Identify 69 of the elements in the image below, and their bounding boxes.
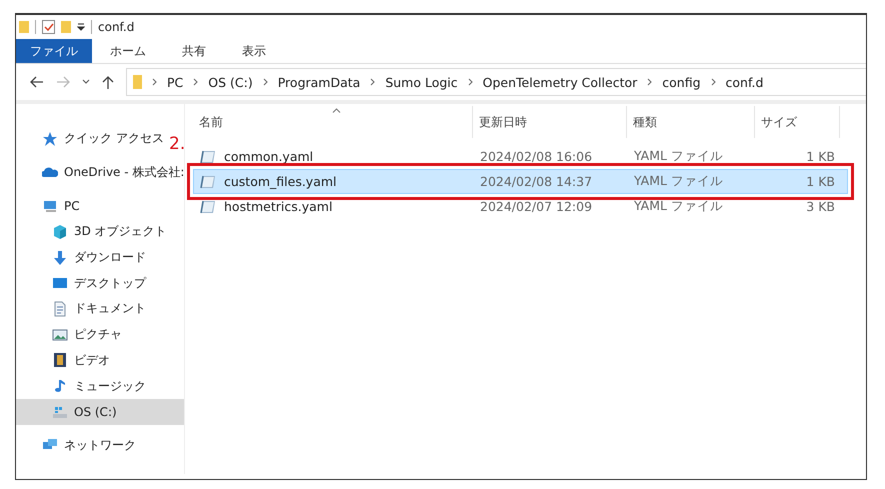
- modified-date: 2024/02/07 12:09: [479, 199, 594, 214]
- sidebar-item[interactable]: デスクトップ: [16, 270, 150, 296]
- sort-up-icon[interactable]: [332, 108, 341, 113]
- column-header[interactable]: 種類: [627, 106, 755, 138]
- sidebar-item[interactable]: ネットワーク: [16, 432, 140, 458]
- breadcrumb[interactable]: PC: [167, 74, 184, 90]
- breadcrumb[interactable]: ProgramData: [278, 74, 360, 90]
- column-header[interactable]: 更新日時: [473, 106, 627, 138]
- checklist-icon[interactable]: [42, 20, 55, 34]
- sidebar-item[interactable]: ダウンロード: [16, 244, 150, 270]
- sidebar-item[interactable]: PC: [16, 193, 84, 220]
- star-icon: [42, 130, 58, 147]
- sidebar-item[interactable]: 3D オブジェクト: [16, 219, 171, 245]
- sidebar-item[interactable]: ビデオ: [16, 348, 114, 374]
- ribbon-tab[interactable]: 表示: [224, 39, 284, 63]
- document-icon: [52, 300, 68, 317]
- file-size: 3 KB: [805, 199, 836, 214]
- up-arrow-icon[interactable]: [102, 75, 114, 89]
- sidebar-item[interactable]: OS (C:): [16, 398, 184, 425]
- file-name: common.yaml: [224, 149, 314, 164]
- file-icon: [200, 150, 216, 164]
- file-icon: [200, 174, 216, 188]
- cube-icon: [52, 224, 68, 240]
- chevron-right-icon: [710, 78, 716, 86]
- file-row[interactable]: common.yaml 2024/02/08 16:06 YAML ファイル 1 KB: [193, 144, 848, 169]
- modified-date: 2024/02/08 14:37: [479, 174, 594, 189]
- file-size: 1 KB: [805, 149, 836, 164]
- ribbon-tab[interactable]: 共有: [164, 39, 224, 63]
- file-type: YAML ファイル: [633, 173, 724, 190]
- ribbon-tab[interactable]: ファイル: [16, 39, 92, 63]
- column-header[interactable]: サイズ: [755, 106, 840, 138]
- folder-icon: [133, 74, 142, 90]
- chevron-down-icon[interactable]: [82, 79, 90, 85]
- file-name: hostmetrics.yaml: [224, 199, 332, 214]
- file-name: custom_files.yaml: [224, 174, 337, 189]
- address-bar[interactable]: PC OS (C:) ProgramData Sumo Logic OpenTelemetry Collector config conf.d: [126, 68, 866, 96]
- sidebar-item[interactable]: ミュージック: [16, 373, 150, 399]
- chevron-right-icon: [468, 78, 473, 86]
- breadcrumb[interactable]: OpenTelemetry Collector: [482, 74, 638, 90]
- chevron-right-icon: [193, 78, 198, 86]
- annotation-number: 2.: [169, 134, 186, 154]
- back-icon[interactable]: [30, 76, 44, 88]
- ribbon-tab[interactable]: ホーム: [92, 39, 164, 63]
- chevron-right-icon: [370, 78, 376, 86]
- sidebar-item[interactable]: ピクチャ: [16, 322, 126, 348]
- dropdown-icon[interactable]: [77, 23, 85, 31]
- breadcrumb[interactable]: Sumo Logic: [385, 74, 458, 90]
- download-icon: [52, 250, 68, 266]
- sidebar-item[interactable]: OneDrive - 株式会社:: [16, 160, 188, 186]
- breadcrumb[interactable]: OS (C:): [208, 74, 253, 90]
- chevron-right-icon: [647, 78, 652, 86]
- breadcrumb[interactable]: conf.d: [726, 74, 764, 90]
- monitor-icon: [42, 198, 58, 214]
- sidebar-item[interactable]: クイック アクセス: [16, 126, 168, 152]
- file-size: 1 KB: [805, 174, 836, 189]
- modified-date: 2024/02/08 16:06: [479, 149, 594, 164]
- music-icon: [52, 378, 68, 394]
- window-title: conf.d: [98, 20, 134, 34]
- sidebar-item[interactable]: ドキュメント: [16, 296, 150, 322]
- video-icon: [52, 352, 68, 368]
- file-type: YAML ファイル: [633, 148, 724, 165]
- column-header[interactable]: 名前: [193, 106, 473, 138]
- breadcrumb[interactable]: config: [662, 74, 701, 90]
- chevron-right-icon: [262, 78, 268, 86]
- file-row[interactable]: hostmetrics.yaml 2024/02/07 12:09 YAML ファイル 3 KB: [193, 194, 848, 219]
- file-icon: [200, 200, 216, 214]
- chevron-right-icon: [152, 78, 157, 86]
- picture-icon: [52, 326, 68, 343]
- file-type: YAML ファイル: [633, 198, 724, 215]
